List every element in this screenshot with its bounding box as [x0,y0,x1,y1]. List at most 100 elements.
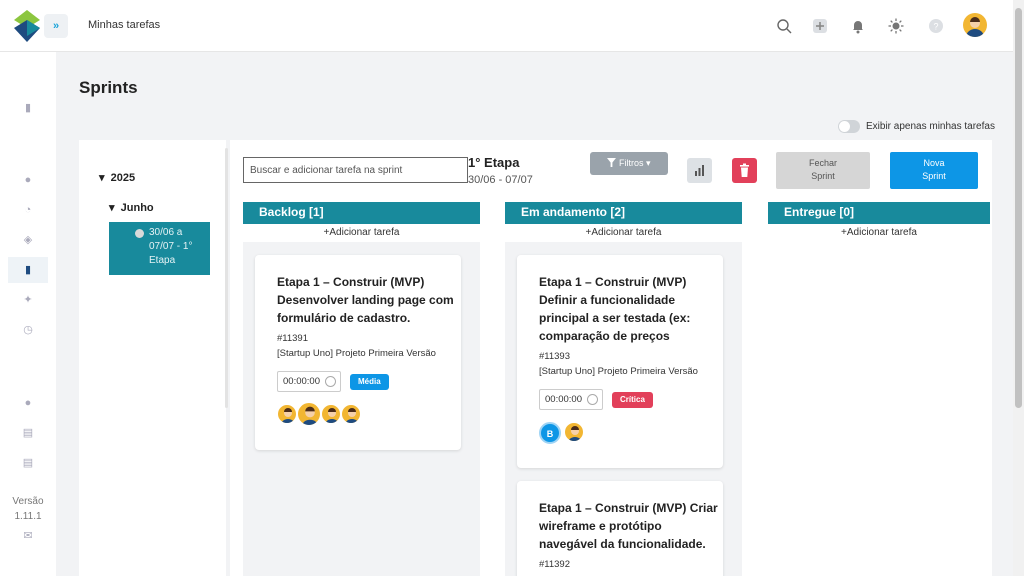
sprint-dates: 30/06 - 07/07 [468,174,533,186]
tree-month-junho[interactable]: ▾ Junho [109,201,154,214]
nav-checklist-icon[interactable]: ▤ [20,425,36,441]
tree-sprint-item[interactable]: 30/06 a 07/07 - 1° Etapa [109,222,210,275]
nav-dashboard-icon[interactable]: ▮ [20,100,36,116]
nav-mail-icon[interactable]: ✉ [20,528,36,544]
column-header: Em andamento [2] [505,202,742,224]
column-header: Entregue [0] [768,202,990,224]
column-delivered: Entregue [0] +Adicionar tarefa [768,202,990,242]
person-avatar-icon [568,426,582,441]
nav-document-icon[interactable]: ▤ [20,455,36,471]
user-avatar[interactable] [963,13,987,37]
close-sprint-label: Fechar Sprint [808,158,837,181]
assignee-avatar[interactable] [277,404,297,424]
person-avatar-icon [301,406,319,425]
card-timer[interactable]: 00:00:00 [277,371,341,392]
tree-year-label: 2025 [110,172,136,184]
user-avatar-icon [966,17,984,37]
nav-clock-icon[interactable]: ◷ [20,322,36,338]
sidebar-collapse-button[interactable]: » [44,14,68,38]
card-title: Etapa 1 – Construir (MVP) Desenvolver la… [277,275,454,325]
bar-chart-icon [695,165,704,176]
card-id: #11392 [539,559,570,570]
side-nav: ▮ ● ◔ ◈ ▮ ✦ ◷ ● ▤ ▤ Versão 1.11.1 ✉ [0,52,56,576]
my-tasks-toggle[interactable]: Exibir apenas minhas tarefas [838,120,995,133]
assignee-avatar-letter[interactable]: B [539,422,561,444]
nav-team-icon[interactable]: ● [20,395,36,411]
tree-sprint-label: 30/06 a 07/07 - 1° Etapa [149,227,193,266]
card-timer[interactable]: 00:00:00 [539,389,603,410]
theme-sun-icon[interactable] [888,18,904,34]
priority-badge: Média [350,373,389,390]
tree-month-label: Junho [120,202,154,214]
new-sprint-button[interactable]: Nova Sprint [890,152,978,189]
person-avatar-icon [325,408,339,423]
column-backlog: Backlog [1] +Adicionar tarefa Etapa 1 – … [243,202,480,576]
app-logo-icon[interactable] [14,10,40,42]
nav-sprints-icon[interactable]: ▮ [8,257,48,283]
my-tasks-toggle-label: Exibir apenas minhas tarefas [866,121,995,132]
card-id: #11391 [277,333,308,344]
version-number: 1.11.1 [14,511,42,522]
assignee-avatar[interactable] [297,402,321,426]
svg-text:?: ? [933,22,938,32]
caret-down-icon: ▾ [646,158,651,168]
filters-button[interactable]: Filtros ▾ [590,152,668,175]
my-tasks-toggle-switch[interactable] [838,120,860,133]
card-title: Etapa 1 – Construir (MVP) Criar wirefram… [539,501,718,551]
nav-pin-icon[interactable]: ✦ [20,292,36,308]
nav-users-icon[interactable]: ● [20,172,36,188]
search-icon[interactable] [776,18,792,34]
timer-value: 00:00:00 [283,376,320,387]
page-scrollbar[interactable] [1013,0,1024,576]
sprint-stats-button[interactable] [687,158,712,183]
task-card[interactable]: Etapa 1 – Construir (MVP) Definir a func… [517,255,723,468]
add-task-button[interactable]: +Adicionar tarefa [505,224,742,242]
sprint-panel: ▾ 2025 ▾ Junho 30/06 a 07/07 - 1° Etapa … [79,140,992,576]
column-header: Backlog [1] [243,202,480,224]
card-id: #11393 [539,351,570,362]
version-info: Versão 1.11.1 [0,494,56,524]
page-scrollbar-thumb[interactable] [1015,8,1022,408]
trash-icon [740,163,749,177]
card-project: [Startup Uno] Projeto Primeira Versão [539,366,698,377]
card-assignees [277,402,461,426]
column-in-progress: Em andamento [2] +Adicionar tarefa Etapa… [505,202,742,576]
assignee-avatar[interactable] [564,422,584,442]
priority-badge: Crítica [612,391,653,408]
sprint-title: 1° Etapa [468,155,520,170]
add-task-button[interactable]: +Adicionar tarefa [768,224,990,242]
sprint-status-dot [135,229,144,238]
nav-layers-icon[interactable]: ◈ [20,232,36,248]
task-search-input[interactable] [243,157,468,183]
new-sprint-label: Nova Sprint [922,158,946,181]
version-label: Versão [12,496,44,507]
delete-sprint-button[interactable] [732,158,757,183]
page-breadcrumb: Minhas tarefas [88,19,161,31]
close-sprint-button[interactable]: Fechar Sprint [776,152,870,189]
bell-icon[interactable] [850,18,866,34]
top-bar: » Minhas tarefas ? [0,0,1013,52]
filters-label: Filtros [618,158,644,168]
filter-icon [607,158,617,167]
assignee-avatar[interactable] [321,404,341,424]
tree-year-2025[interactable]: ▾ 2025 [99,171,135,184]
person-avatar-icon [281,408,295,423]
timer-value: 00:00:00 [545,394,582,405]
column-body: Etapa 1 – Construir (MVP) Definir a func… [505,242,742,576]
column-body: Etapa 1 – Construir (MVP) Desenvolver la… [243,242,480,576]
sprint-tree: ▾ 2025 ▾ Junho 30/06 a 07/07 - 1° Etapa [79,140,227,576]
assignee-avatar[interactable] [341,404,361,424]
help-icon[interactable]: ? [928,18,944,34]
task-card[interactable]: Etapa 1 – Construir (MVP) Desenvolver la… [255,255,461,450]
clock-icon [325,376,336,387]
card-project: [Startup Uno] Projeto Primeira Versão [277,348,436,359]
nav-chart-icon[interactable]: ◔ [20,202,36,218]
card-title: Etapa 1 – Construir (MVP) Definir a func… [539,275,691,343]
task-card[interactable]: Etapa 1 – Construir (MVP) Criar wirefram… [517,481,723,576]
page-title: Sprints [79,78,138,97]
tree-scrollbar[interactable] [225,148,228,408]
card-assignees: B [539,422,723,444]
add-task-button[interactable]: +Adicionar tarefa [243,224,480,242]
add-icon[interactable] [812,18,828,34]
clock-icon [587,394,598,405]
